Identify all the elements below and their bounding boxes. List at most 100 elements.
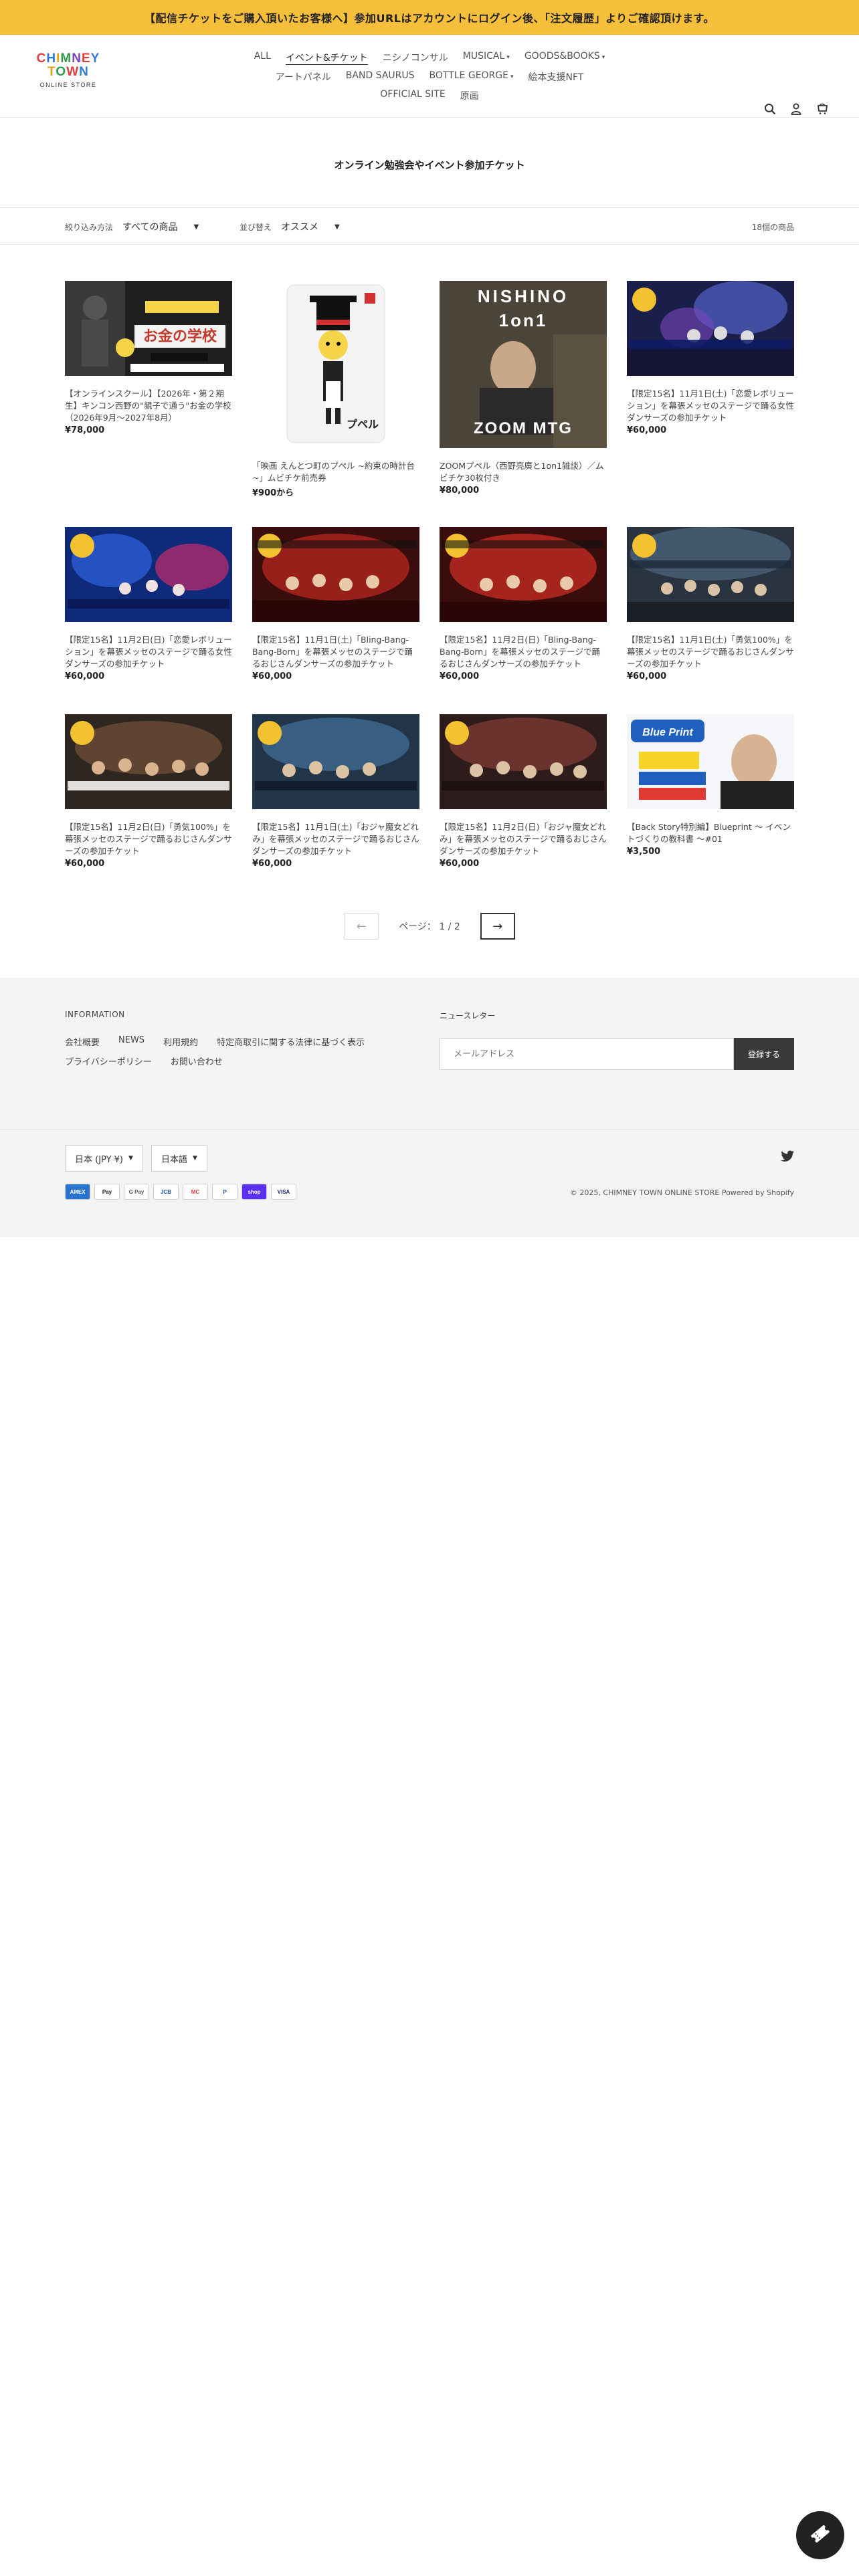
currency-value: 日本 (JPY ¥) (75, 1154, 124, 1165)
product-card[interactable]: 【限定15名】11月1日(土)「Bling-Bang-Bang-Born」を幕張… (252, 527, 419, 681)
nav-item-label: イベント&チケット (285, 53, 368, 64)
ticket-badge-button[interactable] (796, 2511, 844, 2559)
footer-link[interactable]: プライバシーポリシー (65, 1055, 152, 1067)
site-header: CHIMNEY TOWN ONLINE STORE ALL イベント&チケット ニシ… (0, 35, 859, 118)
product-image[interactable]: Blue Print (627, 714, 794, 809)
product-title[interactable]: 【限定15名】11月1日(土)「恋愛レボリューション」を幕張メッセのステージで踊… (627, 388, 794, 424)
sort-control: 並び替え オススメ ▼ (240, 220, 340, 233)
nav-item[interactable]: ALL (254, 51, 271, 65)
footer-link[interactable]: NEWS (118, 1035, 145, 1048)
product-image[interactable]: プペル (252, 281, 419, 448)
nav-item[interactable]: BAND SAURUS (346, 70, 415, 84)
footer-link[interactable]: 利用規約 (163, 1035, 198, 1048)
store-logo[interactable]: CHIMNEY TOWN ONLINE STORE (35, 52, 102, 96)
product-image[interactable] (627, 527, 794, 622)
product-image[interactable] (252, 527, 419, 622)
svg-text:ZOOM MTG: ZOOM MTG (474, 419, 573, 437)
product-card[interactable]: 【限定15名】11月2日(日)「勇気100%」を幕張メッセのステージで踊るおじさ… (65, 714, 232, 869)
product-title[interactable]: 【オンラインスクール】【2026年・第２期生】キンコン西野の"親子で通う"お金の… (65, 388, 232, 424)
product-title[interactable]: 【限定15名】11月1日(土)「勇気100%」を幕張メッセのステージで踊るおじさ… (627, 634, 794, 670)
product-image[interactable] (252, 714, 419, 809)
product-card[interactable]: 【限定15名】11月2日(日)「恋愛レボリューション」を幕張メッセのステージで踊… (65, 527, 232, 681)
nav-item[interactable]: GOODS&BOOKS ▾ (524, 51, 605, 65)
sort-select[interactable]: オススメ ▼ (281, 220, 340, 233)
product-image[interactable] (440, 527, 607, 622)
filter-select[interactable]: すべての商品 ▼ (122, 220, 199, 233)
product-card[interactable]: Blue Print 【Back Story特別編】Blueprint 〜 イベ… (627, 714, 794, 857)
product-card[interactable]: お金の学校 【オンラインスクール】【2026年・第２期生】キンコン西野の"親子で… (65, 281, 232, 435)
footer-link[interactable]: 特定商取引に関する法律に基づく表示 (217, 1035, 365, 1048)
logo-letter: H (46, 51, 57, 66)
nav-item[interactable]: アートパネル (276, 70, 331, 84)
newsletter-form: 登録する (440, 1038, 794, 1070)
product-image[interactable]: NISHINO 1on1 ZOOM MTG (440, 281, 607, 448)
product-price: ¥60,000 (440, 671, 480, 681)
product-card[interactable]: 【限定15名】11月1日(土)「恋愛レボリューション」を幕張メッセのステージで踊… (627, 281, 794, 435)
product-title[interactable]: 【Back Story特別編】Blueprint 〜 イベントづくりの教科書 〜… (627, 821, 794, 845)
nav-item-label: 原画 (460, 91, 479, 102)
logo-letter: T (47, 65, 56, 79)
product-title[interactable]: ZOOMプペル（西野亮廣と1on1雑談）／ムビチケ30枚付き (440, 460, 607, 484)
announcement-bar: 【配信チケットをご購入頂いたお客様へ】参加URLはアカウントにログイン後、「注文… (0, 0, 859, 35)
logo-letter: Y (90, 51, 100, 66)
currency-select[interactable]: 日本 (JPY ¥) ▼ (65, 1145, 143, 1172)
payment-icon: VISA (271, 1184, 296, 1200)
twitter-icon[interactable] (781, 1150, 794, 1164)
product-image[interactable] (65, 714, 232, 809)
product-card[interactable]: 【限定15名】11月1日(土)「おジャ魔女どれみ」を幕張メッセのステージで踊るお… (252, 714, 419, 869)
nav-item-label: BOTTLE GEORGE (429, 70, 508, 81)
pagination: ← ページ： 1 / 2 → (0, 913, 859, 940)
email-input[interactable] (440, 1038, 734, 1070)
logo-letter: C (36, 51, 47, 66)
search-icon[interactable] (764, 103, 776, 115)
nav-item[interactable]: MUSICAL ▾ (463, 51, 510, 65)
product-card[interactable]: プペル 「映画 えんとつ町のプペル ~約束の時計台~」ムビチケ前売券 ¥900か… (252, 281, 419, 498)
product-image[interactable] (627, 281, 794, 376)
product-price: ¥60,000 (65, 671, 105, 681)
product-title[interactable]: 【限定15名】11月2日(日)「勇気100%」を幕張メッセのステージで踊るおじさ… (65, 821, 232, 857)
product-image[interactable] (65, 527, 232, 622)
product-title[interactable]: 【限定15名】11月1日(土)「Bling-Bang-Bang-Born」を幕張… (252, 634, 419, 670)
product-title[interactable]: 「映画 えんとつ町のプペル ~約束の時計台~」ムビチケ前売券 (252, 460, 419, 484)
nav-item[interactable]: 原画 (460, 89, 479, 102)
chevron-down-icon: ▼ (193, 223, 199, 231)
ticket-icon (809, 2523, 832, 2548)
nav-item-label: 絵本支援NFT (528, 72, 584, 83)
product-card[interactable]: NISHINO 1on1 ZOOM MTG ZOOMプペル（西野亮廣と1on1雑… (440, 281, 607, 496)
product-image[interactable] (440, 714, 607, 809)
account-icon[interactable] (791, 103, 801, 115)
product-card[interactable]: 【限定15名】11月1日(土)「勇気100%」を幕張メッセのステージで踊るおじさ… (627, 527, 794, 681)
subscribe-button[interactable]: 登録する (734, 1038, 794, 1070)
product-card[interactable]: 【限定15名】11月2日(日)「おジャ魔女どれみ」を幕張メッセのステージで踊るお… (440, 714, 607, 869)
product-title[interactable]: 【限定15名】11月2日(日)「恋愛レボリューション」を幕張メッセのステージで踊… (65, 634, 232, 670)
nav-item[interactable]: イベント&チケット (285, 51, 368, 65)
language-select[interactable]: 日本語 ▼ (151, 1145, 207, 1172)
newsletter-heading: ニュースレター (440, 1011, 496, 1021)
product-title[interactable]: 【限定15名】11月2日(日)「Bling-Bang-Bang-Born」を幕張… (440, 634, 607, 670)
nav-item-label: ニシノコンサル (382, 53, 448, 64)
next-page-button[interactable]: → (480, 913, 515, 940)
collection-title: オンライン勉強会やイベント参加チケット (334, 159, 525, 171)
product-price: ¥80,000 (440, 486, 480, 496)
footer-link[interactable]: 会社概要 (65, 1035, 100, 1048)
product-title[interactable]: 【限定15名】11月1日(土)「おジャ魔女どれみ」を幕張メッセのステージで踊るお… (252, 821, 419, 857)
footer-link[interactable]: お問い合わせ (171, 1055, 223, 1067)
cart-icon[interactable] (816, 103, 828, 115)
product-price: ¥60,000 (252, 859, 292, 869)
payment-icon: MC (183, 1184, 208, 1200)
footer-divider (0, 1129, 859, 1130)
nav-item[interactable]: OFFICIAL SITE (380, 89, 445, 102)
payment-icon: shop (242, 1184, 267, 1200)
product-card[interactable]: 【限定15名】11月2日(日)「Bling-Bang-Bang-Born」を幕張… (440, 527, 607, 681)
nav-item[interactable]: BOTTLE GEORGE ▾ (430, 70, 514, 84)
site-footer: INFORMATION 会社概要 NEWS 利用規約 特定商取引に関する法律に基づく表… (0, 978, 859, 1237)
prev-page-button[interactable]: ← (344, 913, 379, 940)
product-price: ¥60,000 (65, 859, 105, 869)
logo-letter: N (79, 65, 89, 79)
product-title[interactable]: 【限定15名】11月2日(日)「おジャ魔女どれみ」を幕張メッセのステージで踊るお… (440, 821, 607, 857)
nav-item[interactable]: 絵本支援NFT (529, 70, 584, 84)
nav-item[interactable]: ニシノコンサル (383, 51, 448, 65)
product-image[interactable]: お金の学校 (65, 281, 232, 376)
filter-control: 絞り込み方法 すべての商品 ▼ (65, 220, 199, 233)
chevron-down-icon: ▼ (128, 1155, 133, 1162)
